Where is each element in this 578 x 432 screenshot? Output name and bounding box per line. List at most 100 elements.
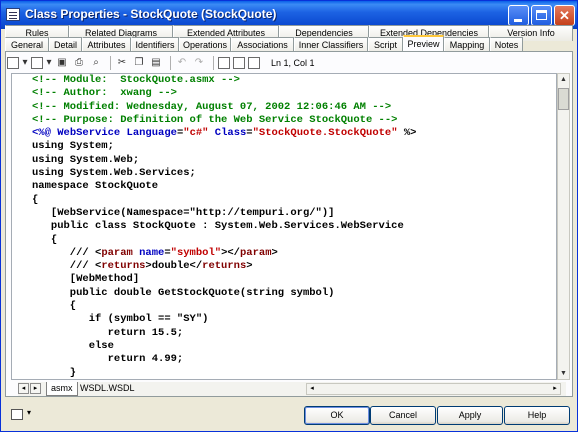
edit-dropdown-icon[interactable]: ▾ bbox=[46, 56, 52, 70]
subtab-wsdl[interactable]: WSDL.WSDL bbox=[76, 382, 139, 396]
dialog-footer: ▾ OK Cancel Apply Help bbox=[1, 399, 577, 431]
cut-icon[interactable]: ✂ bbox=[115, 56, 129, 70]
subtab-next-icon[interactable]: ▸ bbox=[30, 383, 41, 394]
code-line: { bbox=[32, 300, 416, 313]
code-editor[interactable]: <!-- Module: StockQuote.asmx --> <!-- Aut… bbox=[11, 73, 557, 380]
code-line: [WebMethod] bbox=[32, 273, 416, 286]
maximize-button[interactable] bbox=[531, 5, 552, 26]
code-token: <%@ bbox=[32, 127, 58, 140]
code-token: <!-- Author: xwang --> bbox=[32, 87, 177, 100]
code-line: using System.Web.Services; bbox=[32, 167, 416, 180]
code-line: namespace StockQuote bbox=[32, 180, 416, 193]
properties-dropdown-icon[interactable]: ▾ bbox=[22, 56, 28, 70]
code-token: name bbox=[132, 246, 165, 259]
code-line: return 15.5; bbox=[32, 327, 416, 340]
scroll-up-icon[interactable]: ▲ bbox=[558, 74, 569, 85]
code-token: <!-- Module: StockQuote.asmx --> bbox=[32, 74, 240, 86]
code-line: <%@ WebService Language="c#" Class="Stoc… bbox=[32, 127, 416, 140]
code-token: } bbox=[32, 366, 77, 379]
code-token: returns bbox=[101, 260, 146, 273]
code-token: <!-- Modified: Wednesday, August 07, 200… bbox=[32, 100, 392, 113]
scroll-thumb[interactable] bbox=[558, 88, 569, 110]
code-token: %> bbox=[397, 127, 417, 140]
code-token: [WebMethod] bbox=[32, 273, 140, 286]
edit-icon[interactable] bbox=[31, 57, 43, 69]
toolbar-separator bbox=[170, 56, 171, 70]
code-line: /// <returns>double</returns> bbox=[32, 260, 416, 273]
code-line: <!-- Purpose: Definition of the Web Serv… bbox=[32, 114, 416, 127]
paste-icon[interactable]: ▤ bbox=[149, 56, 163, 70]
menu-icon[interactable] bbox=[11, 409, 23, 420]
toolbar-separator bbox=[213, 56, 214, 70]
code-token: "c#" bbox=[183, 127, 209, 140]
cancel-button[interactable]: Cancel bbox=[370, 406, 436, 425]
subtab-asmx[interactable]: asmx bbox=[46, 382, 78, 396]
code-token: >double</ bbox=[145, 260, 203, 273]
code-token: > bbox=[246, 260, 253, 273]
window-title: Class Properties - StockQuote (StockQuot… bbox=[25, 7, 277, 21]
code-token: public double GetStockQuote(string symbo… bbox=[32, 286, 335, 299]
code-line: using System; bbox=[32, 140, 416, 153]
view-icon[interactable] bbox=[248, 57, 260, 69]
code-token: Class bbox=[208, 127, 247, 140]
save-icon[interactable]: ▣ bbox=[55, 56, 69, 70]
horizontal-scrollbar[interactable]: ◂ ▸ bbox=[306, 383, 561, 395]
code-line: using System.Web; bbox=[32, 154, 416, 167]
code-token: using System; bbox=[32, 140, 114, 153]
code-token: if (symbol == "SY") bbox=[32, 313, 209, 326]
find-icon[interactable]: ⌕ bbox=[89, 56, 103, 70]
code-token: return 4.99; bbox=[32, 353, 184, 366]
help-button[interactable]: Help bbox=[504, 406, 570, 425]
code-line: } bbox=[32, 366, 416, 379]
toolbar-separator bbox=[110, 56, 111, 70]
code-content: <!-- Module: StockQuote.asmx --> <!-- Aut… bbox=[32, 74, 416, 379]
code-line: <!-- Module: StockQuote.asmx --> bbox=[32, 74, 416, 87]
code-line: <!-- Modified: Wednesday, August 07, 200… bbox=[32, 101, 416, 114]
code-token: [WebService(Namespace="http://tempuri.or… bbox=[32, 206, 335, 219]
apply-button[interactable]: Apply bbox=[437, 406, 503, 425]
copy-icon[interactable]: ❐ bbox=[132, 56, 146, 70]
scroll-down-icon[interactable]: ▼ bbox=[558, 368, 569, 379]
class-properties-window: Class Properties - StockQuote (StockQuot… bbox=[0, 0, 578, 432]
code-token: else bbox=[32, 339, 114, 352]
code-token: WebService bbox=[57, 127, 127, 140]
window-icon bbox=[6, 8, 20, 21]
code-line: [WebService(Namespace="http://tempuri.or… bbox=[32, 207, 416, 220]
code-token: public class StockQuote : System.Web.Ser… bbox=[32, 220, 404, 233]
editor-bottom-bar: ◂ ▸ asmx WSDL.WSDL ◂ ▸ bbox=[18, 382, 566, 396]
subtab-prev-icon[interactable]: ◂ bbox=[18, 383, 29, 394]
grid-icon[interactable] bbox=[233, 57, 245, 69]
code-token: ></ bbox=[221, 246, 240, 259]
code-token: { bbox=[32, 233, 58, 246]
code-line: { bbox=[32, 234, 416, 247]
code-token: Language bbox=[126, 127, 177, 140]
ok-button[interactable]: OK bbox=[304, 406, 370, 425]
scroll-left-icon[interactable]: ◂ bbox=[307, 384, 317, 394]
code-line: else bbox=[32, 340, 416, 353]
code-line: { bbox=[32, 194, 416, 207]
properties-icon[interactable] bbox=[7, 57, 19, 69]
close-button[interactable]: ✕ bbox=[554, 5, 575, 26]
code-token: param bbox=[101, 246, 133, 259]
code-token: returns bbox=[202, 260, 247, 273]
code-token: param bbox=[239, 246, 272, 259]
redo-icon[interactable]: ↷ bbox=[192, 56, 206, 70]
code-token: using System.Web.Services; bbox=[32, 167, 196, 180]
code-line: if (symbol == "SY") bbox=[32, 313, 416, 326]
code-token: /// < bbox=[32, 260, 102, 273]
vertical-scrollbar[interactable]: ▲ ▼ bbox=[557, 73, 570, 380]
minimize-button[interactable] bbox=[508, 5, 529, 26]
code-token: using System.Web; bbox=[32, 153, 140, 166]
refresh-icon[interactable] bbox=[218, 57, 230, 69]
menu-dropdown-icon[interactable]: ▾ bbox=[27, 408, 31, 417]
preview-toolbar: ▾ ▾ ▣ ⎙ ⌕ ✂ ❐ ▤ ↶ ↷ Ln 1, Col 1 bbox=[7, 54, 567, 72]
undo-icon[interactable]: ↶ bbox=[175, 56, 189, 70]
scroll-right-icon[interactable]: ▸ bbox=[550, 384, 560, 394]
code-token: namespace StockQuote bbox=[32, 180, 159, 193]
cursor-position: Ln 1, Col 1 bbox=[271, 58, 315, 68]
code-token: { bbox=[32, 300, 77, 313]
code-token: /// < bbox=[32, 246, 102, 259]
print-icon[interactable]: ⎙ bbox=[72, 56, 86, 70]
code-token: > bbox=[271, 246, 278, 259]
code-line: public class StockQuote : System.Web.Ser… bbox=[32, 220, 416, 233]
